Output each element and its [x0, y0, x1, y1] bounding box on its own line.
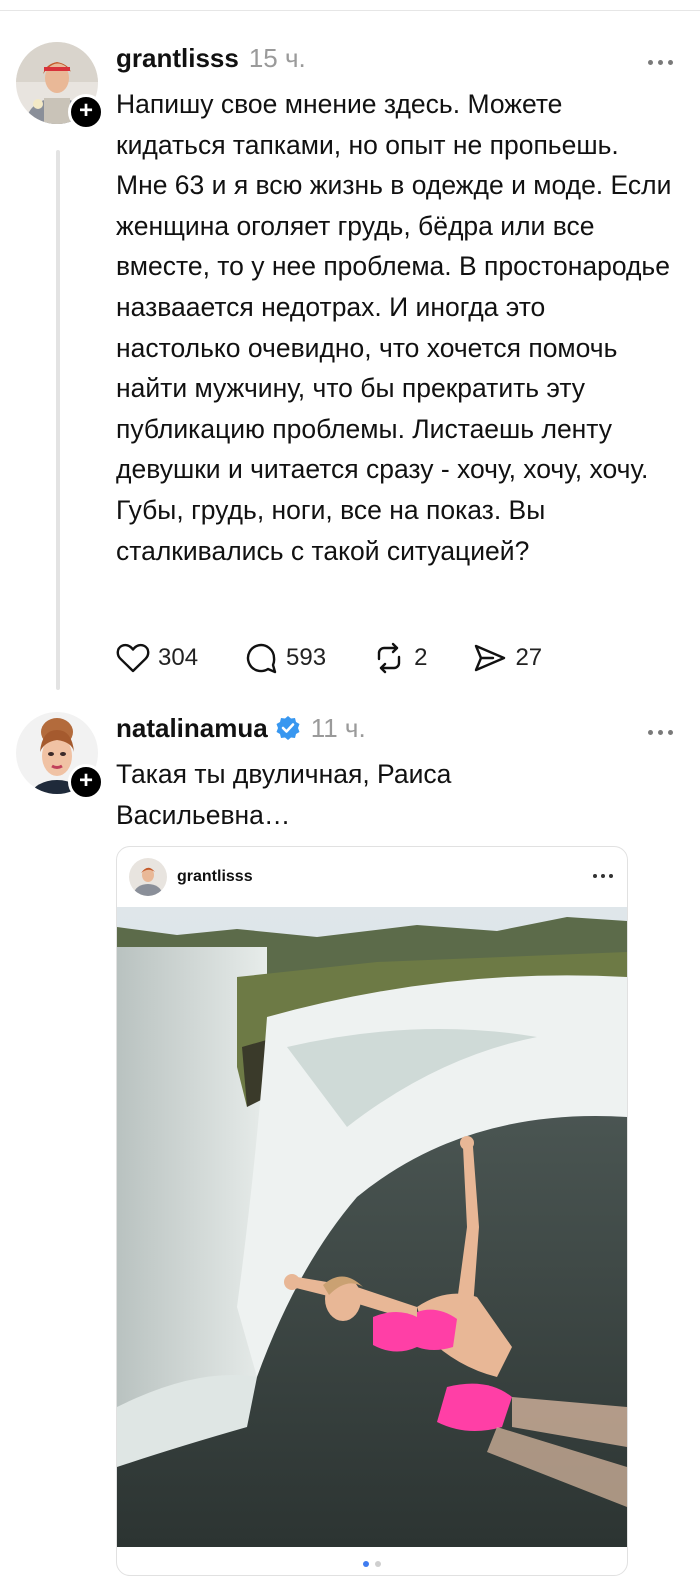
comment-button[interactable]: 593: [244, 641, 326, 675]
more-icon[interactable]: [648, 52, 680, 72]
waterfall-photo[interactable]: [117, 907, 627, 1547]
share-button[interactable]: 27: [473, 642, 542, 674]
embed-username[interactable]: grantlisss: [177, 868, 253, 886]
follow-plus-icon[interactable]: +: [68, 764, 104, 800]
heart-icon: [116, 643, 150, 673]
more-icon[interactable]: [648, 722, 680, 742]
username[interactable]: natalinamua: [116, 713, 268, 744]
repost-button[interactable]: 2: [372, 641, 427, 675]
post-text: Такая ты двуличная, Раиса Васильевна…: [116, 759, 452, 830]
carousel-dots: [117, 1561, 627, 1567]
like-button[interactable]: 304: [116, 642, 198, 674]
post-time: 11 ч.: [310, 712, 366, 743]
share-icon: [475, 644, 506, 672]
like-count: 304: [158, 644, 199, 671]
embed-more-icon[interactable]: [593, 874, 613, 878]
share-count: 27: [515, 644, 543, 671]
verified-icon: [276, 716, 300, 740]
avatar-natalinamua[interactable]: +: [16, 712, 104, 800]
repost-icon: [377, 642, 401, 674]
post-time: 15 ч.: [248, 42, 306, 73]
thread-line: [56, 150, 60, 690]
username[interactable]: grantlisss: [116, 43, 239, 74]
follow-plus-icon[interactable]: +: [68, 94, 104, 130]
avatar-grantlisss[interactable]: +: [16, 42, 104, 130]
repost-count: 2: [414, 644, 428, 671]
embed-avatar[interactable]: [129, 858, 167, 896]
comment-icon: [246, 643, 277, 674]
post-actions: 304 593 2 27: [116, 638, 588, 678]
comment-count: 593: [286, 644, 327, 671]
embedded-post[interactable]: grantlisss: [116, 846, 628, 1576]
post-text: Напишу свое мнение здесь. Можете кидатьс…: [116, 89, 672, 566]
top-divider: [0, 10, 700, 11]
